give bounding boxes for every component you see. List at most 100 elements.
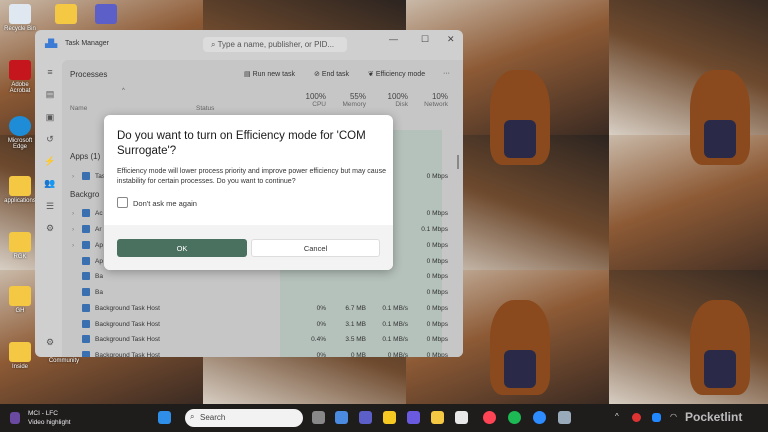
process-icon	[82, 351, 90, 357]
process-network: 0 Mbps	[426, 173, 448, 180]
process-name: Ap	[95, 258, 103, 265]
process-name: Background Task Host	[95, 336, 160, 343]
sync-icon[interactable]	[652, 413, 661, 422]
column-status[interactable]: Status	[196, 105, 214, 112]
process-icon	[82, 241, 90, 249]
process-icon	[82, 225, 90, 233]
process-row[interactable]: Background Task Host 0% 3.1 MB 0.1 MB/s 0 Mb…	[62, 317, 463, 332]
process-network: 0 Mbps	[426, 273, 448, 280]
process-network: 0 Mbps	[426, 258, 448, 265]
teams-icon[interactable]	[359, 411, 372, 424]
processes-icon[interactable]: ▤	[43, 89, 57, 100]
minimize-button[interactable]: —	[389, 34, 398, 44]
column-disk[interactable]: 100% Disk	[372, 92, 408, 108]
window-title: Task Manager	[65, 40, 109, 47]
process-network: 0 Mbps	[426, 352, 448, 357]
tray-chevron-icon[interactable]: ^	[615, 412, 619, 421]
taskbar-search[interactable]: ⌕ Search	[185, 409, 303, 427]
process-name: Ac	[95, 210, 103, 217]
column-network[interactable]: 10% Network	[412, 92, 448, 108]
performance-icon[interactable]: ▣	[43, 112, 57, 123]
process-network: 0 Mbps	[426, 242, 448, 249]
recycle-bin-icon[interactable]: Recycle Bin	[4, 4, 36, 32]
dialog-title: Do you want to turn on Efficiency mode f…	[117, 130, 366, 157]
expand-chevron-icon[interactable]: ›	[72, 242, 74, 249]
run-new-task-button[interactable]: ▤ Run new task	[244, 70, 295, 78]
search-icon: ⌕	[190, 412, 195, 421]
search-input[interactable]: ⌕ Type a name, publisher, or PID...	[203, 37, 347, 52]
process-cpu: 0%	[316, 305, 326, 312]
column-memory[interactable]: 55% Memory	[330, 92, 366, 108]
task-view-icon[interactable]	[312, 411, 325, 424]
end-task-button[interactable]: ⊘ End task	[314, 70, 349, 78]
process-icon	[82, 304, 90, 312]
process-row[interactable]: Background Task Host 0% 0 MB 0 MB/s 0 Mbps	[62, 348, 463, 357]
community-icon[interactable]: Community	[46, 358, 82, 364]
process-memory: 0 MB	[350, 352, 366, 357]
process-cpu: 0%	[316, 352, 326, 357]
taskbar: MCI - LFC Video highlight ⌕ Search ^ ◠ Po…	[0, 404, 768, 432]
task-manager-taskbar-icon[interactable]	[558, 411, 571, 424]
dialog-body: Efficiency mode will lower process prior…	[117, 168, 386, 185]
wifi-icon[interactable]: ◠	[670, 412, 677, 421]
close-button[interactable]: ✕	[447, 34, 455, 45]
dont-ask-label[interactable]: Don't ask me again	[133, 199, 197, 208]
spotify-icon[interactable]	[508, 411, 521, 424]
details-icon[interactable]: ☰	[43, 201, 57, 212]
users-icon[interactable]: 👥	[43, 178, 57, 189]
startup-apps-icon[interactable]: ⚡	[43, 156, 57, 167]
process-row[interactable]: Background Task Host 0% 6.7 MB 0.1 MB/s 0 Mb…	[62, 301, 463, 316]
efficiency-mode-button[interactable]: ❦ Efficiency mode	[368, 70, 425, 78]
process-row[interactable]: Ba 0 Mbps	[62, 269, 463, 284]
folder-icon[interactable]: RGK	[4, 232, 36, 260]
column-name[interactable]: Name	[70, 105, 87, 112]
process-network: 0.1 Mbps	[421, 226, 448, 233]
process-name: Background Task Host	[95, 352, 160, 357]
settings-icon[interactable]: ⚙	[43, 337, 57, 348]
acrobat-icon[interactable]: Adobe Acrobat	[4, 60, 36, 94]
folder-icon[interactable]: Inside	[4, 342, 36, 370]
dog-photo	[690, 300, 750, 395]
start-icon[interactable]	[158, 411, 171, 424]
store-icon[interactable]	[455, 411, 468, 424]
maximize-button[interactable]: ☐	[421, 34, 429, 45]
group-apps[interactable]: Apps (1)	[70, 152, 100, 161]
folder-icon[interactable]: GH	[4, 286, 36, 314]
tray-app-icon[interactable]	[632, 413, 641, 422]
itunes-icon[interactable]	[483, 411, 496, 424]
sticky-notes-icon[interactable]	[383, 411, 396, 424]
more-button[interactable]: ···	[443, 70, 450, 77]
copilot-icon[interactable]	[335, 411, 348, 424]
teams-icon[interactable]	[90, 4, 122, 26]
expand-chevron-icon[interactable]: ›	[72, 210, 74, 217]
hamburger-menu-icon[interactable]: ≡	[43, 67, 57, 77]
weather-widget[interactable]: MCI - LFC Video highlight	[10, 409, 71, 427]
dog-photo	[690, 70, 750, 165]
folder-icon[interactable]	[50, 4, 82, 26]
process-name: Ap	[95, 242, 103, 249]
dont-ask-checkbox[interactable]	[117, 197, 128, 208]
process-row[interactable]: Ba 0 Mbps	[62, 285, 463, 300]
folder-icon[interactable]: applications	[4, 176, 36, 204]
scrollbar[interactable]	[457, 155, 459, 169]
services-icon[interactable]: ⚙	[43, 223, 57, 234]
file-explorer-icon[interactable]	[431, 411, 444, 424]
zoom-icon[interactable]	[533, 411, 546, 424]
app-history-icon[interactable]: ↺	[43, 134, 57, 145]
process-network: 0 Mbps	[426, 210, 448, 217]
process-name: Background Task Host	[95, 305, 160, 312]
clipchamp-icon[interactable]	[407, 411, 420, 424]
expand-chevron-icon[interactable]: ›	[72, 173, 74, 180]
process-network: 0 Mbps	[426, 336, 448, 343]
cancel-button[interactable]: Cancel	[251, 239, 380, 257]
group-background[interactable]: Backgro	[70, 190, 99, 199]
edge-icon[interactable]: Microsoft Edge	[4, 116, 36, 150]
expand-chevron-icon[interactable]: ›	[72, 226, 74, 233]
efficiency-mode-dialog: Do you want to turn on Efficiency mode f…	[104, 115, 393, 270]
column-cpu[interactable]: 100% CPU	[292, 92, 326, 108]
process-row[interactable]: Background Task Host 0.4% 3.5 MB 0.1 MB/s 0 …	[62, 332, 463, 347]
process-icon	[82, 257, 90, 265]
ok-button[interactable]: OK	[117, 239, 247, 257]
process-icon	[82, 288, 90, 296]
dog-photo	[490, 70, 550, 165]
